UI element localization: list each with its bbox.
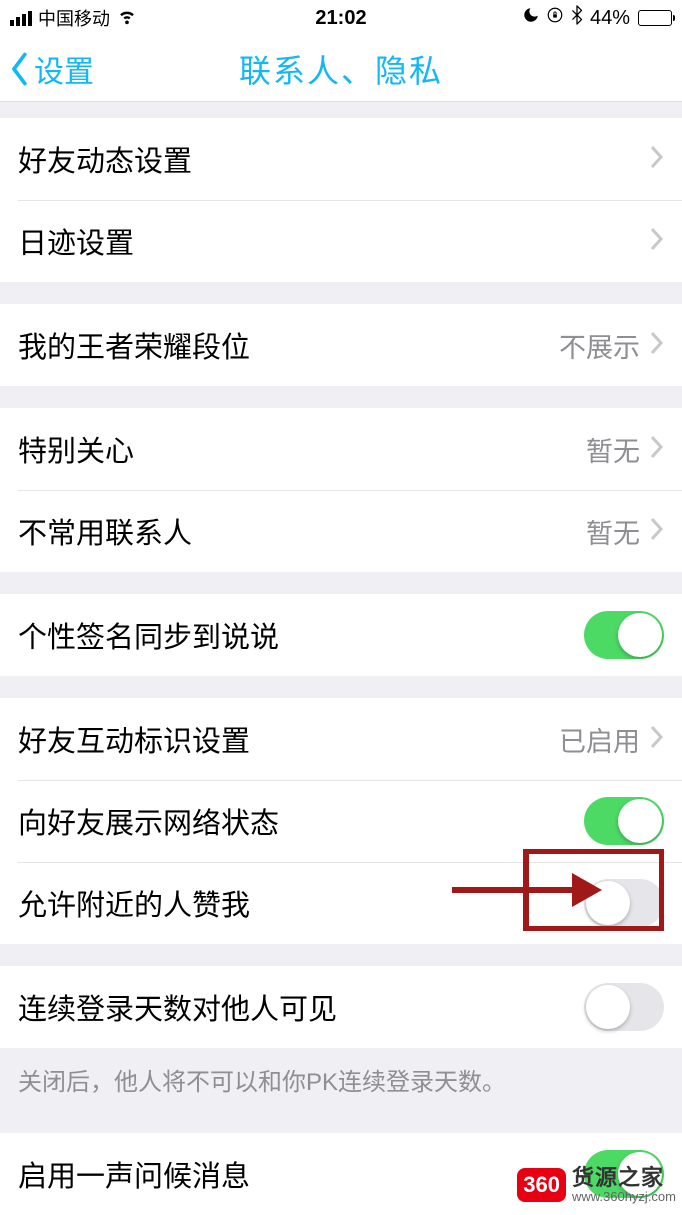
battery-icon (636, 10, 672, 26)
login-days-visible-switch[interactable] (584, 983, 664, 1031)
show-network-status-switch[interactable] (584, 797, 664, 845)
chevron-right-icon (650, 331, 664, 360)
nav-bar: 设置 联系人、隐私 (0, 36, 682, 102)
settings-group: 好友互动标识设置已启用向好友展示网络状态允许附近的人赞我 (0, 698, 682, 944)
moon-icon (522, 6, 540, 30)
settings-group: 特别关心暂无不常用联系人暂无 (0, 408, 682, 572)
nearby-like-me-cell[interactable]: 允许附近的人赞我 (0, 862, 682, 944)
cell-value: 暂无 (586, 430, 640, 469)
watermark-text: 货源之家 (572, 1166, 676, 1190)
signal-icon (10, 11, 32, 26)
watermark: 360 货源之家 www.360hyzj.com (517, 1166, 676, 1204)
signature-sync-switch[interactable] (584, 611, 664, 659)
group-footer-note: 关闭后，他人将不可以和你PK连续登录天数。 (0, 1048, 682, 1111)
cell-label: 允许附近的人赞我 (18, 882, 584, 924)
watermark-badge: 360 (517, 1168, 566, 1202)
lock-icon (546, 6, 564, 30)
cell-label: 日迹设置 (18, 220, 650, 262)
chevron-right-icon (650, 227, 664, 256)
chevron-right-icon (650, 145, 664, 174)
back-button[interactable]: 设置 (0, 47, 94, 91)
nearby-like-me-switch[interactable] (584, 879, 664, 927)
login-days-visible-cell[interactable]: 连续登录天数对他人可见 (0, 966, 682, 1048)
cell-label: 个性签名同步到说说 (18, 614, 584, 656)
friend-interaction-badge-cell[interactable]: 好友互动标识设置已启用 (0, 698, 682, 780)
cell-label: 特别关心 (18, 428, 586, 470)
settings-group: 我的王者荣耀段位不展示 (0, 304, 682, 386)
cell-label: 启用一声问候消息 (18, 1153, 584, 1195)
cell-label: 不常用联系人 (18, 510, 586, 552)
cell-value: 不展示 (559, 326, 640, 365)
cell-label: 好友互动标识设置 (18, 718, 559, 760)
carrier-label: 中国移动 (38, 5, 110, 31)
show-network-status-cell[interactable]: 向好友展示网络状态 (0, 780, 682, 862)
status-time: 21:02 (315, 7, 366, 30)
status-bar: 中国移动 21:02 44% (0, 0, 682, 36)
page-title: 联系人、隐私 (239, 46, 443, 92)
settings-group: 好友动态设置日迹设置 (0, 118, 682, 282)
chevron-right-icon (650, 435, 664, 464)
wangzhe-rank-cell[interactable]: 我的王者荣耀段位不展示 (0, 304, 682, 386)
cell-value: 暂无 (586, 512, 640, 551)
chevron-left-icon (8, 52, 32, 86)
riji-settings-cell[interactable]: 日迹设置 (0, 200, 682, 282)
special-care-cell[interactable]: 特别关心暂无 (0, 408, 682, 490)
watermark-url: www.360hyzj.com (572, 1190, 676, 1204)
cell-label: 向好友展示网络状态 (18, 800, 584, 842)
infrequent-contacts-cell[interactable]: 不常用联系人暂无 (0, 490, 682, 572)
chevron-right-icon (650, 517, 664, 546)
signature-sync-cell[interactable]: 个性签名同步到说说 (0, 594, 682, 676)
bluetooth-icon (570, 5, 584, 31)
cell-label: 我的王者荣耀段位 (18, 324, 559, 366)
back-label: 设置 (34, 47, 94, 91)
settings-group: 连续登录天数对他人可见 (0, 966, 682, 1048)
settings-group: 个性签名同步到说说 (0, 594, 682, 676)
cell-label: 好友动态设置 (18, 138, 650, 180)
wifi-icon (116, 4, 138, 32)
friend-moments-settings-cell[interactable]: 好友动态设置 (0, 118, 682, 200)
battery-percent: 44% (590, 7, 630, 30)
cell-label: 连续登录天数对他人可见 (18, 986, 584, 1028)
cell-value: 已启用 (559, 720, 640, 759)
chevron-right-icon (650, 725, 664, 754)
